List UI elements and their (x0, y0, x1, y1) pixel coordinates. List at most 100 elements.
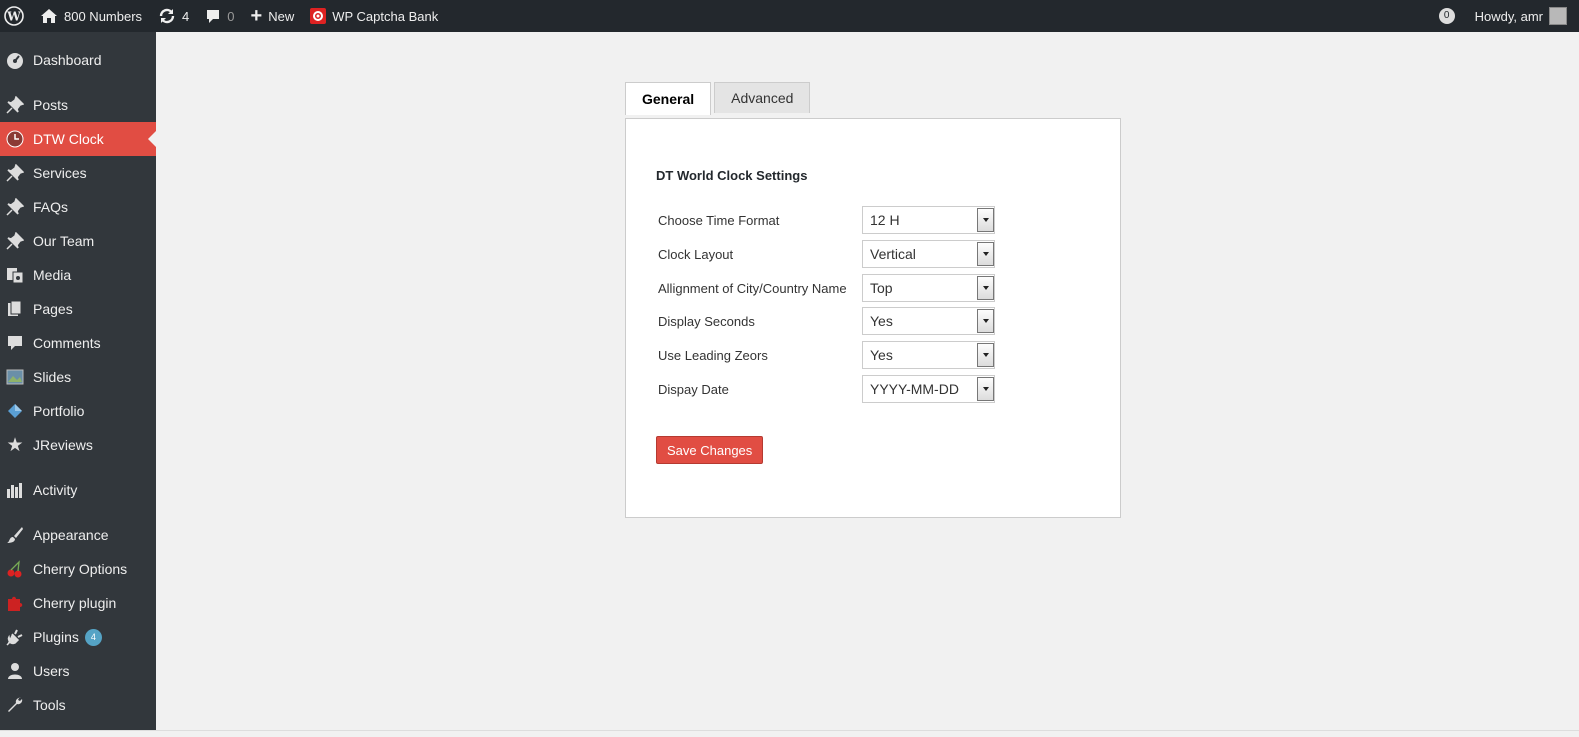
dropdown-arrow-icon[interactable] (977, 377, 994, 401)
display-seconds-label: Display Seconds (658, 313, 755, 329)
sidebar-item-tools[interactable]: Tools (0, 688, 156, 722)
display-seconds-select[interactable]: Yes (862, 307, 995, 335)
leading-zeros-value: Yes (870, 347, 893, 363)
my-account-link[interactable]: Howdy, amr (1467, 0, 1579, 32)
sidebar-item-appearance[interactable]: Appearance (0, 518, 156, 552)
comments-link[interactable]: 0 (197, 0, 242, 32)
time-format-select[interactable]: 12 H (862, 206, 995, 234)
plug-icon (5, 627, 25, 647)
setting-row-alignment: Allignment of City/Country Name Top (658, 274, 998, 302)
sidebar-item-dtw-clock[interactable]: DTW Clock (0, 122, 156, 156)
setting-row-clock-layout: Clock Layout Vertical (658, 240, 998, 268)
sidebar-item-label: Plugins (33, 629, 79, 645)
sidebar-item-plugins[interactable]: Plugins 4 (0, 620, 156, 654)
sidebar-item-label: Services (33, 165, 87, 181)
paintbrush-icon (5, 525, 25, 545)
svg-text:W: W (6, 10, 21, 24)
sidebar-item-label: Appearance (33, 527, 109, 543)
sidebar-item-label: Cherry plugin (33, 595, 117, 611)
sidebar-item-dashboard[interactable]: Dashboard (0, 43, 156, 77)
wordpress-logo-button[interactable]: W (0, 0, 32, 32)
site-name-label: 800 Numbers (64, 8, 143, 24)
time-format-value: 12 H (870, 212, 900, 228)
dropdown-arrow-icon[interactable] (977, 343, 994, 367)
updates-count: 4 (182, 8, 190, 24)
tab-general[interactable]: General (625, 82, 712, 115)
dropdown-arrow-icon[interactable] (977, 208, 994, 232)
pin-icon (5, 163, 25, 183)
dropdown-arrow-icon[interactable] (977, 242, 994, 266)
sidebar-item-label: Tools (33, 697, 66, 713)
sidebar-item-faqs[interactable]: FAQs (0, 190, 156, 224)
wordpress-logo-icon: W (4, 6, 24, 26)
updates-link[interactable]: 4 (150, 0, 197, 32)
dropdown-arrow-icon[interactable] (977, 309, 994, 333)
new-content-link[interactable]: + New (243, 0, 303, 32)
settings-panel: DT World Clock Settings Choose Time Form… (625, 118, 1121, 518)
sidebar-item-cherry-plugin[interactable]: Cherry plugin (0, 586, 156, 620)
alignment-value: Top (870, 280, 893, 296)
setting-row-leading-zeros: Use Leading Zeors Yes (658, 341, 998, 369)
sidebar-item-activity[interactable]: Activity (0, 473, 156, 507)
alignment-select[interactable]: Top (862, 274, 995, 302)
pin-icon (5, 95, 25, 115)
captcha-gear-icon (310, 8, 327, 24)
sidebar-item-jreviews[interactable]: ★ JReviews (0, 428, 156, 462)
comment-icon (5, 333, 25, 353)
media-icon (5, 265, 25, 285)
captcha-label: WP Captcha Bank (332, 8, 439, 24)
sidebar-item-label: Portfolio (33, 403, 85, 419)
user-icon (5, 661, 25, 681)
setting-row-time-format: Choose Time Format 12 H (658, 206, 998, 234)
alignment-label: Allignment of City/Country Name (658, 280, 847, 296)
sidebar-item-label: Slides (33, 369, 72, 385)
notification-badge[interactable]: 0 (1438, 8, 1455, 24)
star-icon: ★ (6, 434, 24, 456)
admin-bar: W 800 Numbers 4 0 + New WP Captcha Bank … (0, 0, 1579, 32)
sidebar-item-pages[interactable]: Pages (0, 292, 156, 326)
wrench-icon (5, 695, 25, 715)
sidebar-item-label: Posts (33, 97, 69, 113)
captcha-bank-link[interactable]: WP Captcha Bank (302, 0, 446, 32)
display-date-select[interactable]: YYYY-MM-DD (862, 375, 995, 403)
sidebar-item-our-team[interactable]: Our Team (0, 224, 156, 258)
sidebar-item-label: Dashboard (33, 52, 102, 68)
sidebar-item-comments[interactable]: Comments (0, 326, 156, 360)
setting-row-display-seconds: Display Seconds Yes (658, 307, 998, 335)
sidebar-item-label: Our Team (33, 233, 95, 249)
setting-row-display-date: Dispay Date YYYY-MM-DD (658, 375, 998, 403)
sidebar-item-posts[interactable]: Posts (0, 88, 156, 122)
sidebar-item-media[interactable]: Media (0, 258, 156, 292)
sidebar-item-label: Cherry Options (33, 561, 128, 577)
sidebar-item-users[interactable]: Users (0, 654, 156, 688)
sidebar-item-label: Activity (33, 482, 78, 498)
save-changes-button[interactable]: Save Changes (656, 436, 764, 464)
window-bottom-edge (0, 730, 1579, 737)
clock-layout-select[interactable]: Vertical (862, 240, 995, 268)
sidebar-item-label: Media (33, 267, 72, 283)
sidebar-item-portfolio[interactable]: Portfolio (0, 394, 156, 428)
slides-icon (5, 367, 25, 387)
admin-sidebar: Dashboard Posts DTW Clock Services FAQs … (0, 32, 156, 737)
time-format-label: Choose Time Format (658, 212, 780, 228)
site-name-link[interactable]: 800 Numbers (32, 0, 150, 32)
home-icon (41, 9, 57, 23)
tab-advanced[interactable]: Advanced (714, 82, 811, 113)
leading-zeros-label: Use Leading Zeors (658, 347, 768, 363)
puzzle-icon (5, 593, 25, 613)
pin-icon (5, 231, 25, 251)
dashboard-icon (5, 50, 25, 70)
sidebar-item-services[interactable]: Services (0, 156, 156, 190)
portfolio-icon (5, 401, 25, 421)
updates-icon (159, 8, 175, 24)
sidebar-item-cherry-options[interactable]: Cherry Options (0, 552, 156, 586)
sidebar-item-label: FAQs (33, 199, 69, 215)
comment-icon (207, 10, 220, 23)
leading-zeros-select[interactable]: Yes (862, 341, 995, 369)
avatar (1549, 7, 1567, 25)
sidebar-item-slides[interactable]: Slides (0, 360, 156, 394)
plugins-update-badge: 4 (84, 628, 102, 646)
pin-icon (5, 197, 25, 217)
dropdown-arrow-icon[interactable] (977, 276, 994, 300)
sidebar-item-label: Pages (33, 301, 73, 317)
